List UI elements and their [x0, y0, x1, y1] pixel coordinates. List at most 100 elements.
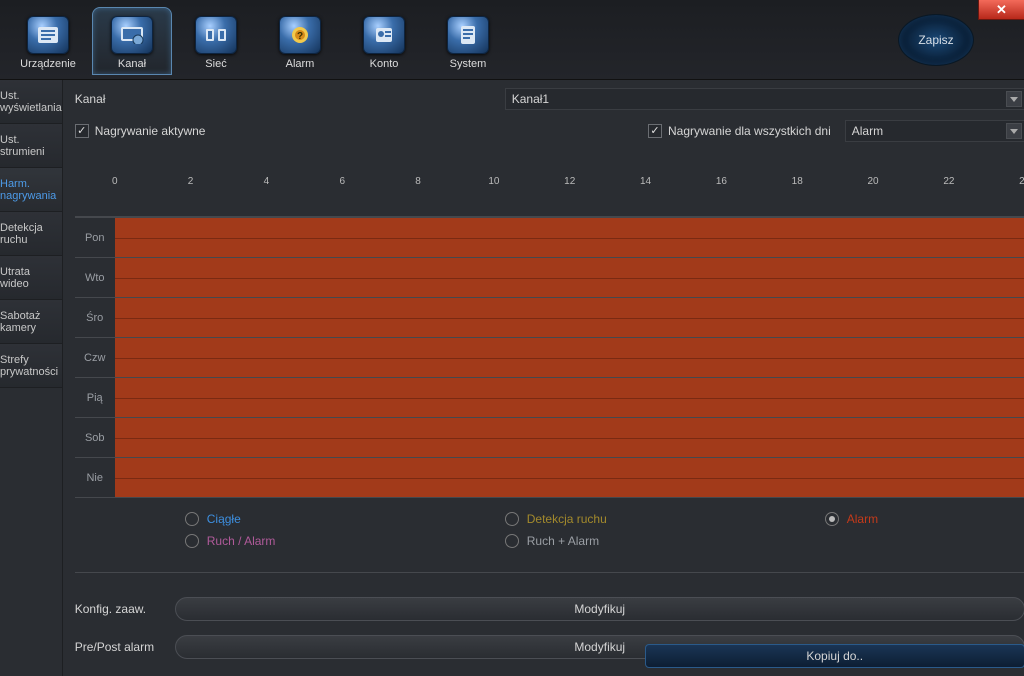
sidebar-label: Utrata wideo: [0, 266, 62, 290]
schedule-segment-alarm: [115, 378, 1024, 417]
tab-device-label: Urządzenie: [20, 58, 76, 70]
tab-alarm[interactable]: ? Alarm: [260, 7, 340, 75]
schedule-row[interactable]: Śro: [75, 297, 1024, 337]
mode-select-value: Alarm: [852, 124, 883, 138]
advanced-label: Konfig. zaaw.: [75, 602, 175, 616]
record-enable-checkbox[interactable]: [75, 124, 89, 138]
segment-divider: [115, 438, 1024, 439]
segment-divider: [115, 318, 1024, 319]
sidebar-item-tamper[interactable]: Sabotaż kamery: [0, 300, 62, 344]
channel-select[interactable]: Kanał1: [505, 88, 1024, 110]
divider: [75, 572, 1024, 573]
sidebar-item-video-loss[interactable]: Utrata wideo: [0, 256, 62, 300]
day-track[interactable]: [115, 218, 1024, 257]
segment-divider: [115, 238, 1024, 239]
content-panel: Kanał Kanał1 Nagrywanie aktywne Nagrywan…: [63, 80, 1024, 676]
modify-label-text: Modyfikuj: [574, 602, 625, 616]
legend-row1: Ciągłe Detekcja ruchu Alarm: [75, 498, 1024, 534]
sidebar-item-motion[interactable]: Detekcja ruchu: [0, 212, 62, 256]
tab-device[interactable]: Urządzenie: [8, 7, 88, 75]
schedule-row[interactable]: Sob: [75, 417, 1024, 457]
channel-select-value: Kanał1: [512, 92, 549, 106]
radio-alarm[interactable]: [825, 512, 839, 526]
svg-text:?: ?: [297, 31, 303, 42]
schedule-row[interactable]: Czw: [75, 337, 1024, 377]
segment-divider: [115, 478, 1024, 479]
day-label: Sob: [75, 432, 115, 444]
tab-alarm-label: Alarm: [286, 58, 315, 70]
sidebar-label: Detekcja ruchu: [0, 222, 62, 246]
network-icon: [195, 16, 237, 54]
mode-select[interactable]: Alarm: [845, 120, 1024, 142]
tab-network[interactable]: Sieć: [176, 7, 256, 75]
channel-icon: [111, 16, 153, 54]
tab-account-label: Konto: [370, 58, 399, 70]
day-track[interactable]: [115, 258, 1024, 297]
hour-tick: 6: [339, 176, 345, 187]
tab-system[interactable]: System: [428, 7, 508, 75]
hour-tick: 20: [868, 176, 879, 187]
sidebar: Ust. wyświetlania Ust. strumieni Harm. n…: [0, 80, 63, 676]
chevron-down-icon: [1006, 123, 1022, 139]
day-track[interactable]: [115, 338, 1024, 377]
close-button[interactable]: ✕: [978, 0, 1024, 20]
hour-tick: 24: [1019, 176, 1024, 187]
hour-tick: 4: [264, 176, 270, 187]
schedule-row[interactable]: Wto: [75, 257, 1024, 297]
sidebar-item-record-schedule[interactable]: Harm. nagrywania: [0, 168, 62, 212]
tab-system-label: System: [450, 58, 487, 70]
hour-tick: 18: [792, 176, 803, 187]
radio-motion-or-alarm[interactable]: [185, 534, 199, 548]
main-area: Ust. wyświetlania Ust. strumieni Harm. n…: [0, 80, 1024, 676]
day-track[interactable]: [115, 298, 1024, 337]
sidebar-item-streams[interactable]: Ust. strumieni: [0, 124, 62, 168]
hour-tick: 0: [112, 176, 118, 187]
sidebar-label: Ust. strumieni: [0, 134, 62, 158]
all-days-checkbox[interactable]: [648, 124, 662, 138]
radio-motion[interactable]: [505, 512, 519, 526]
schedule-segment-alarm: [115, 218, 1024, 257]
day-track[interactable]: [115, 458, 1024, 497]
close-icon: ✕: [996, 2, 1007, 18]
schedule-row[interactable]: Pon: [75, 217, 1024, 257]
schedule-segment-alarm: [115, 298, 1024, 337]
segment-divider: [115, 398, 1024, 399]
tab-channel[interactable]: Kanał: [92, 7, 172, 75]
legend-motion-or-alarm: Ruch / Alarm: [207, 534, 276, 548]
schedule-grid[interactable]: PonWtoŚro Czw Pią Sob Nie: [75, 216, 1024, 498]
advanced-modify-button[interactable]: Modyfikuj: [175, 597, 1024, 621]
segment-divider: [115, 278, 1024, 279]
system-icon: [447, 16, 489, 54]
record-enable-label: Nagrywanie aktywne: [95, 124, 206, 138]
hour-tick: 10: [488, 176, 499, 187]
schedule-row[interactable]: Pią: [75, 377, 1024, 417]
chevron-down-icon: [1006, 91, 1022, 107]
save-label: Zapisz: [918, 33, 953, 47]
legend-row2: Ruch / Alarm Ruch + Alarm: [75, 534, 1024, 562]
sidebar-label: Sabotaż kamery: [0, 310, 62, 334]
day-track[interactable]: [115, 378, 1024, 417]
hour-tick: 16: [716, 176, 727, 187]
modify-label-text: Modyfikuj: [574, 640, 625, 654]
day-label: Pią: [75, 392, 115, 404]
hours-axis: 024681012141618202224: [115, 176, 1024, 192]
sidebar-item-display[interactable]: Ust. wyświetlania: [0, 80, 62, 124]
segment-divider: [115, 358, 1024, 359]
day-label: Czw: [75, 352, 115, 364]
hour-tick: 2: [188, 176, 194, 187]
account-icon: [363, 16, 405, 54]
radio-motion-and-alarm[interactable]: [505, 534, 519, 548]
radio-continuous[interactable]: [185, 512, 199, 526]
tab-account[interactable]: Konto: [344, 7, 424, 75]
day-track[interactable]: [115, 418, 1024, 457]
save-button[interactable]: Zapisz: [898, 14, 974, 66]
copy-label: Kopiuj do..: [806, 649, 863, 663]
channel-label: Kanał: [75, 92, 495, 106]
sidebar-item-privacy[interactable]: Strefy prywatności: [0, 344, 62, 388]
schedule-row[interactable]: Nie: [75, 457, 1024, 497]
copy-to-button[interactable]: Kopiuj do..: [645, 644, 1024, 668]
schedule-segment-alarm: [115, 418, 1024, 457]
sidebar-label: Harm. nagrywania: [0, 178, 62, 202]
hour-tick: 22: [943, 176, 954, 187]
top-toolbar: Urządzenie Kanał Sieć ? Alarm Konto Syst…: [0, 0, 1024, 80]
